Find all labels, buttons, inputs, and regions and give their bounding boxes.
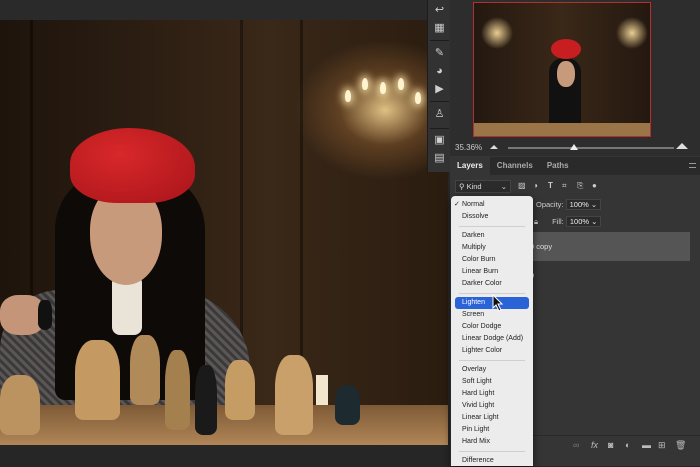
menu-separator bbox=[459, 226, 525, 227]
chess-piece bbox=[195, 365, 217, 435]
brush-icon[interactable]: ✎ bbox=[433, 47, 446, 60]
zoom-out-icon[interactable] bbox=[490, 145, 498, 149]
shape-filter-icon[interactable]: ⌗ bbox=[562, 181, 567, 191]
menu-separator bbox=[459, 451, 525, 452]
blend-lighter-color[interactable]: Lighter Color bbox=[451, 345, 533, 357]
fill-row: 🔒︎ Fill: 100% ⌄ bbox=[534, 216, 602, 227]
opacity-row: Opacity: 100% ⌄ bbox=[536, 199, 602, 210]
chess-piece bbox=[0, 375, 40, 435]
blend-normal[interactable]: ✓ Normal bbox=[451, 199, 533, 211]
tab-channels[interactable]: Channels bbox=[490, 157, 540, 175]
smart-object-filter-icon[interactable]: ⎘ bbox=[577, 181, 583, 191]
layer-row[interactable]: 0 copy bbox=[530, 232, 690, 261]
blend-hard-light[interactable]: Hard Light bbox=[451, 388, 533, 400]
add-mask-icon[interactable]: ◙ bbox=[608, 440, 613, 450]
document-tab-bar bbox=[0, 0, 450, 20]
chess-piece bbox=[165, 350, 190, 430]
new-layer-icon[interactable]: ⊞ bbox=[658, 440, 666, 451]
chess-piece bbox=[335, 385, 360, 425]
layer-name: 0 copy bbox=[530, 242, 553, 251]
blend-overlay[interactable]: Overlay bbox=[451, 364, 533, 376]
blend-color-dodge[interactable]: Color Dodge bbox=[451, 321, 533, 333]
type-filter-icon[interactable]: T bbox=[548, 181, 553, 190]
fill-field[interactable]: 100% ⌄ bbox=[565, 216, 602, 227]
chandelier-bulb bbox=[345, 90, 351, 102]
blend-pin-light[interactable]: Pin Light bbox=[451, 424, 533, 436]
delete-layer-icon[interactable]: 🗑︎ bbox=[675, 440, 686, 451]
zoom-in-icon[interactable] bbox=[676, 143, 688, 149]
chess-piece bbox=[75, 340, 120, 420]
zoom-slider-handle[interactable] bbox=[570, 144, 578, 150]
blend-dissolve[interactable]: Dissolve bbox=[451, 211, 533, 223]
blend-color-burn[interactable]: Color Burn bbox=[451, 254, 533, 266]
chandelier-bulb bbox=[362, 78, 368, 90]
layer-filter-row: ⚲ Kind ⌄ ▨ ◑ T ⌗ ⎘ ● bbox=[455, 180, 695, 194]
pixel-filter-icon[interactable]: ▨ bbox=[518, 181, 526, 190]
red-beret bbox=[70, 128, 195, 203]
opacity-field[interactable]: 100% ⌄ bbox=[565, 199, 602, 210]
blend-mode-dropdown: ✓ Normal Dissolve Darken Multiply Color B… bbox=[451, 196, 533, 466]
properties-icon[interactable]: ▣ bbox=[433, 134, 446, 147]
menu-separator bbox=[459, 360, 525, 361]
image-canvas[interactable] bbox=[0, 20, 448, 445]
tab-layers[interactable]: Layers bbox=[450, 157, 490, 175]
fill-label: Fill: bbox=[552, 217, 564, 226]
filter-kind-select[interactable]: ⚲ Kind ⌄ bbox=[455, 180, 511, 193]
panel-menu-icon[interactable] bbox=[689, 163, 696, 168]
chandelier-bulb bbox=[398, 78, 404, 90]
notes-icon[interactable]: ▤ bbox=[433, 152, 446, 165]
blend-vivid-light[interactable]: Vivid Light bbox=[451, 400, 533, 412]
fx-icon[interactable]: fx bbox=[591, 440, 598, 450]
layers-panel-tabs: Layers Channels Paths bbox=[450, 157, 700, 175]
blend-hard-mix[interactable]: Hard Mix bbox=[451, 436, 533, 448]
adjustment-filter-icon[interactable]: ◑ bbox=[533, 181, 538, 190]
filter-toggle-icon[interactable]: ● bbox=[592, 181, 597, 190]
chevron-down-icon: ⌄ bbox=[500, 182, 507, 191]
blend-multiply[interactable]: Multiply bbox=[451, 242, 533, 254]
group-folder-icon[interactable]: ▬ bbox=[642, 440, 651, 450]
blend-linear-dodge[interactable]: Linear Dodge (Add) bbox=[451, 333, 533, 345]
chess-piece bbox=[130, 335, 160, 405]
link-layers-icon[interactable]: ∞ bbox=[573, 440, 579, 450]
zoom-level[interactable]: 35.36% bbox=[455, 143, 482, 152]
search-icon: ⚲ bbox=[459, 182, 465, 191]
zoom-slider[interactable] bbox=[508, 147, 674, 149]
blend-darker-color[interactable]: Darker Color bbox=[451, 278, 533, 290]
chess-piece bbox=[275, 355, 313, 435]
blend-linear-light[interactable]: Linear Light bbox=[451, 412, 533, 424]
layer-row[interactable]: 0 bbox=[530, 261, 690, 290]
blend-difference[interactable]: Difference bbox=[451, 455, 533, 467]
chessboard bbox=[0, 405, 448, 445]
blend-soft-light[interactable]: Soft Light bbox=[451, 376, 533, 388]
adjustment-layer-icon[interactable]: ◐ bbox=[625, 440, 630, 450]
play-actions-icon[interactable]: ▶ bbox=[433, 83, 446, 96]
checkmark-icon: ✓ bbox=[454, 201, 460, 208]
blend-darken[interactable]: Darken bbox=[451, 230, 533, 242]
navigator-thumbnail[interactable] bbox=[473, 2, 651, 137]
chess-piece bbox=[225, 360, 255, 420]
library-icon[interactable]: ▦ bbox=[433, 22, 446, 35]
filter-kind-label: Kind bbox=[466, 182, 482, 191]
history-icon[interactable]: ↩ bbox=[433, 4, 446, 17]
clone-stamp-icon[interactable]: ♙ bbox=[433, 108, 446, 121]
chandelier-bulb bbox=[415, 92, 421, 104]
tools-panel: ↩ ▦ ✎ ◕ ▶ ♙ ▣ ▤ bbox=[427, 0, 450, 172]
mouse-cursor-icon bbox=[492, 294, 504, 312]
tab-paths[interactable]: Paths bbox=[540, 157, 576, 175]
color-palette-icon[interactable]: ◕ bbox=[433, 65, 446, 78]
lock-icon[interactable]: 🔒︎ bbox=[534, 217, 538, 226]
navigator-zoom-row: 35.36% bbox=[450, 140, 700, 156]
candle bbox=[316, 375, 328, 405]
blend-linear-burn[interactable]: Linear Burn bbox=[451, 266, 533, 278]
navigator-panel bbox=[450, 0, 700, 140]
chandelier-bulb bbox=[380, 82, 386, 94]
chess-piece bbox=[38, 300, 52, 330]
opacity-label: Opacity: bbox=[536, 200, 564, 209]
